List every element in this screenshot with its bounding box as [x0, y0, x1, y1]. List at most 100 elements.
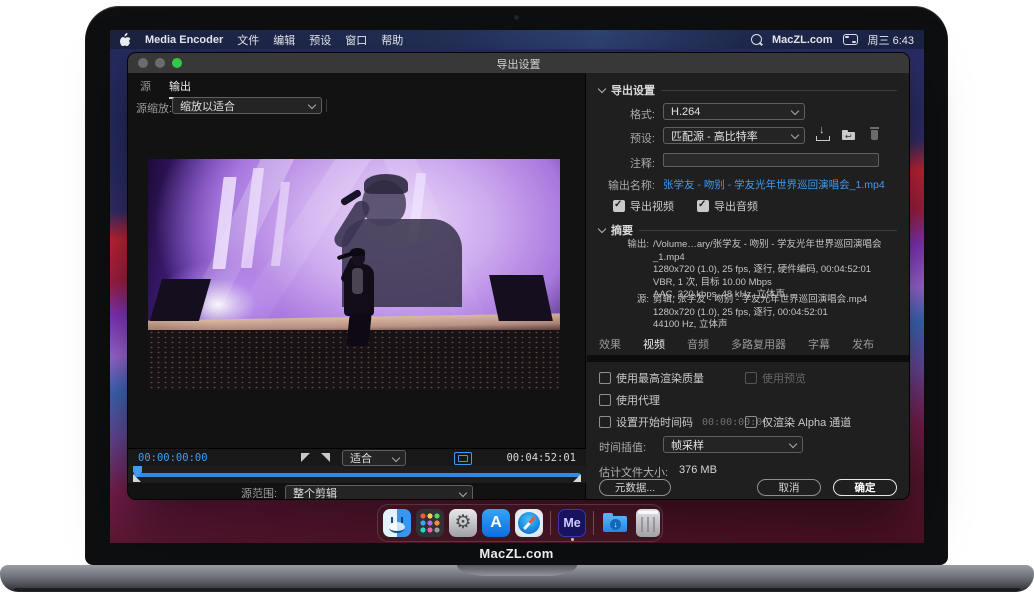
collapse-chevron-icon[interactable]	[598, 84, 606, 92]
download-arrow-icon: ↓	[610, 519, 621, 530]
tab-video[interactable]: 视频	[643, 336, 665, 357]
dialog-titlebar[interactable]: 导出设置	[128, 53, 909, 74]
export-settings-dialog: 导出设置 源 输出 源缩放: 缩放以适合	[127, 52, 910, 500]
summary-line: 1280x720 (1.0), 25 fps, 逐行, 硬件编码, 00:04:…	[653, 264, 905, 277]
source-range-dropdown[interactable]: 整个剪辑	[285, 485, 473, 501]
preset-dropdown[interactable]: 匹配源 - 高比特率	[663, 127, 805, 144]
app-store-icon[interactable]: A	[482, 509, 510, 537]
output-name-link[interactable]: 张学友 - 吻别 - 学友光年世界巡回演唱会_1.mp4	[663, 177, 885, 192]
menu-item-presets[interactable]: 预设	[309, 32, 331, 48]
menubar-clock[interactable]: 周三 6:43	[868, 32, 914, 48]
fit-screen-icon[interactable]	[454, 452, 472, 465]
render-alpha-checkbox[interactable]: 仅渲染 Alpha 通道	[745, 414, 851, 430]
menubar-site-label: MacZL.com	[772, 34, 833, 46]
comment-label: 注释:	[595, 155, 655, 171]
max-render-quality-checkbox[interactable]: 使用最高渲染质量	[599, 370, 704, 386]
safari-icon[interactable]	[515, 509, 543, 537]
trash-icon[interactable]	[636, 509, 660, 537]
save-preset-icon[interactable]	[815, 128, 831, 142]
menu-app-name[interactable]: Media Encoder	[145, 34, 223, 46]
finder-icon[interactable]	[383, 509, 411, 537]
menu-item-window[interactable]: 窗口	[345, 32, 367, 48]
tab-effects[interactable]: 效果	[599, 336, 621, 357]
tab-audio[interactable]: 音频	[687, 336, 709, 357]
system-settings-icon[interactable]: ⚙	[449, 509, 477, 537]
source-scaling-label: 源缩放:	[136, 100, 172, 116]
checkbox-icon[interactable]	[599, 394, 611, 406]
chevron-down-icon	[791, 131, 799, 139]
preview-panel: 源 输出 源缩放: 缩放以适合	[128, 73, 586, 500]
chevron-down-icon	[308, 101, 316, 109]
bezel-watermark: MacZL.com	[85, 546, 948, 561]
tab-content-divider	[587, 355, 910, 362]
source-scaling-dropdown[interactable]: 缩放以适合	[172, 97, 322, 114]
tab-source[interactable]: 源	[140, 78, 151, 99]
control-center-icon[interactable]	[843, 34, 858, 45]
section-divider	[639, 230, 897, 231]
preview-zoom-dropdown[interactable]: 适合	[342, 450, 406, 466]
tab-publish[interactable]: 发布	[852, 336, 874, 357]
search-icon[interactable]	[751, 34, 762, 45]
range-start-handle[interactable]	[133, 474, 141, 482]
singer-legs	[347, 314, 372, 346]
export-tabs: 效果 视频 音频 多路复用器 字幕 发布	[599, 336, 874, 357]
range-end-handle[interactable]	[573, 474, 581, 482]
tab-captions[interactable]: 字幕	[808, 336, 830, 357]
menu-item-edit[interactable]: 编辑	[273, 32, 295, 48]
delete-preset-icon[interactable]	[867, 127, 883, 141]
summary-line: 1280x720 (1.0), 25 fps, 逐行, 00:04:52:01	[653, 307, 905, 320]
section-divider	[661, 90, 897, 91]
singer-hair	[350, 248, 365, 256]
checkbox-checked-icon[interactable]	[697, 200, 709, 212]
checkbox-checked-icon[interactable]	[613, 200, 625, 212]
collapse-chevron-icon[interactable]	[598, 224, 606, 232]
chevron-down-icon	[459, 488, 467, 496]
summary-output-label: 输出:	[593, 239, 649, 252]
menu-item-help[interactable]: 帮助	[381, 32, 403, 48]
duration-timecode: 00:04:52:01	[506, 452, 576, 464]
export-video-checkbox[interactable]: 导出视频	[613, 198, 674, 214]
summary-source-label: 源:	[593, 294, 649, 307]
webcam-dot	[514, 15, 519, 20]
menu-item-file[interactable]: 文件	[237, 32, 259, 48]
set-out-point-icon[interactable]	[321, 453, 330, 462]
output-name-label: 输出名称:	[583, 177, 655, 193]
import-preset-icon[interactable]: ↩	[841, 127, 857, 141]
export-settings-section-title: 导出设置	[611, 82, 655, 98]
set-in-point-icon[interactable]	[301, 453, 310, 462]
launchpad-icon[interactable]	[416, 509, 444, 537]
chevron-down-icon	[791, 107, 799, 115]
timeline-track[interactable]	[134, 473, 580, 477]
dialog-title: 导出设置	[128, 56, 909, 72]
set-start-timecode-checkbox[interactable]: 设置开始时间码 00:00:00:00	[599, 414, 768, 430]
video-preview[interactable]	[148, 159, 560, 390]
jumbotron-singer-hair	[364, 174, 408, 194]
media-encoder-icon[interactable]: Me	[558, 509, 586, 537]
use-proxies-checkbox[interactable]: 使用代理	[599, 392, 660, 408]
laptop-lid-notch	[457, 565, 577, 576]
use-previews-checkbox: 使用预览	[745, 370, 806, 386]
apple-menu-icon[interactable]	[120, 33, 131, 46]
summary-line: /Volume…ary/张学友 - 吻别 - 学友光年世界巡回演唱会_1.mp4	[653, 239, 905, 264]
checkbox-icon[interactable]	[599, 416, 611, 428]
chevron-down-icon	[789, 440, 797, 448]
downloads-folder-icon[interactable]: ↓	[601, 509, 629, 537]
tab-multiplexer[interactable]: 多路复用器	[731, 336, 786, 357]
export-audio-checkbox[interactable]: 导出音频	[697, 198, 758, 214]
checkbox-icon[interactable]	[745, 416, 757, 428]
tab-output[interactable]: 输出	[169, 78, 191, 99]
dock-separator	[593, 511, 594, 535]
summary-line: 44100 Hz, 立体声	[653, 319, 905, 332]
format-dropdown[interactable]: H.264	[663, 103, 805, 120]
cancel-button[interactable]: 取消	[757, 479, 821, 496]
dock-separator	[550, 511, 551, 535]
stage-rig	[489, 275, 552, 321]
timeline-scrubber[interactable]	[128, 466, 586, 483]
summary-source-block: 剪辑, 张学友 - 吻别 - 学友光年世界巡回演唱会.mp4 1280x720 …	[653, 294, 905, 332]
metadata-button[interactable]: 元数据...	[599, 479, 671, 496]
comment-input[interactable]	[663, 153, 879, 167]
time-interpolation-dropdown[interactable]: 帧采样	[663, 436, 803, 453]
dock: ⚙ A Me ↓	[377, 504, 663, 542]
checkbox-icon[interactable]	[599, 372, 611, 384]
ok-button[interactable]: 确定	[833, 479, 897, 496]
